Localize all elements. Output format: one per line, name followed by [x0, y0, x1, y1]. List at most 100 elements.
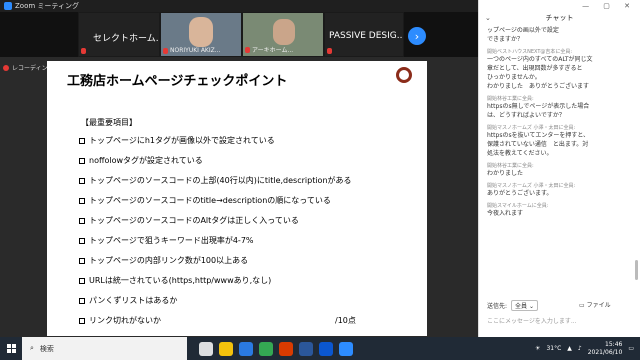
windows-icon	[6, 344, 16, 353]
checklist-item: トップページのソースコードの上部(40行以内)にtitle,descriptio…	[79, 175, 352, 186]
chat-message: 開始スマイルホームに全員: 今夜入れます	[487, 202, 633, 218]
checkbox-icon	[79, 137, 85, 144]
checkbox-icon	[79, 237, 85, 244]
recording-indicator: レコーディング	[3, 63, 54, 72]
checkbox-icon	[79, 317, 85, 324]
next-page-button[interactable]: ›	[408, 27, 426, 45]
chat-header: ⌄ チャット	[479, 10, 640, 26]
zoom-logo-icon	[4, 2, 12, 10]
send-to-label: 送信先:	[487, 303, 508, 310]
search-icon: ⌕	[30, 344, 34, 352]
task-view-icon[interactable]	[199, 341, 213, 356]
chrome-icon[interactable]	[259, 341, 273, 356]
checklist-item: noffolowタグが設定されている	[79, 155, 203, 166]
checklist-item: トップページにh1タグが画像以外で設定されている	[79, 135, 275, 146]
chat-message: 開始林谷工業に全員: httpsのs無しでページが表示した場合 は、どうすればよ…	[487, 95, 633, 120]
score-label: /10点	[335, 316, 356, 325]
checklist-item: トップページの内部リンク数が100以上ある	[79, 255, 248, 266]
weather-icon: ☀	[535, 345, 541, 352]
logo-mark-icon	[396, 67, 412, 83]
chat-messages: ップページの画以外で設定 できますか？ 開始ベストハウスNEXT@吉本に全員: …	[487, 26, 633, 222]
message-sender: 開始スマイルホームに全員:	[487, 203, 549, 209]
chevron-right-icon: ›	[414, 29, 420, 43]
checklist-item: トップページで狙うキーワード出現率が4-7%	[79, 235, 254, 246]
checklist-item: URLは統一されている(https,http/wwwあり,なし)	[79, 275, 271, 286]
office-icon[interactable]	[279, 341, 293, 356]
temperature: 31°C	[546, 345, 562, 352]
window-controls[interactable]: — ▢ ✕	[582, 2, 636, 10]
message-sender: 開始林谷工業に全員:	[487, 163, 534, 169]
checklist-item: トップページのソースコードのtitle→descriptionの順になっている	[79, 195, 331, 206]
company-logo	[393, 67, 415, 89]
send-to-row: 送信先: 全員 ⌄	[487, 300, 538, 311]
send-to-select[interactable]: 全員 ⌄	[511, 300, 538, 311]
chat-message: ップページの画以外で設定 できますか？	[487, 27, 559, 43]
message-sender: 開始林谷工業に全員:	[487, 96, 534, 102]
presentation-slide: 工務店ホームページチェックポイント 【最重要項目】 トップページにh1タグが画像…	[47, 61, 427, 336]
record-icon	[3, 64, 9, 71]
system-tray: ☀ 31°C ▲ ♪ 15:46 2021/06/10 ▭	[535, 337, 634, 360]
mic-muted-icon	[245, 46, 250, 53]
checkbox-icon	[79, 277, 85, 284]
taskbar-search[interactable]: ⌕ 検索	[22, 337, 187, 360]
participant-name: PASSIVE DESIG...	[329, 31, 404, 41]
checkbox-icon	[79, 157, 85, 164]
file-button[interactable]: ▭ ファイル	[579, 300, 611, 309]
video-tile-4[interactable]: PASSIVE DESIG...	[324, 12, 404, 57]
date: 2021/06/10	[587, 348, 623, 356]
chat-scrollbar[interactable]	[635, 260, 638, 280]
video-tile-1[interactable]: セレクトホーム...	[78, 12, 160, 57]
checklist-item: パンくずリストはあるか	[79, 295, 177, 306]
checkbox-icon	[79, 257, 85, 264]
participant-face	[273, 19, 295, 45]
video-strip: セレクトホーム... NORIYUKI AKIZ... アーキホーム... PA…	[0, 12, 478, 57]
participant-face	[189, 17, 213, 47]
participant-name: NORIYUKI AKIZ...	[170, 47, 221, 54]
participant-name: アーキホーム...	[252, 47, 294, 54]
checkbox-icon	[79, 217, 85, 224]
title-bar: Zoom ミーティング	[0, 0, 478, 12]
outlook-icon[interactable]	[319, 341, 333, 356]
message-sender: 開始マスノホームズ 小澤・太田に全員:	[487, 125, 576, 131]
chat-message: 開始ベストハウスNEXT@吉本に全員: 一つのページ内のすべてのALTが同じ文 …	[487, 48, 633, 91]
file-icon: ▭	[579, 302, 585, 309]
checkbox-icon	[79, 177, 85, 184]
checkbox-icon	[79, 197, 85, 204]
time: 15:46	[605, 340, 623, 348]
file-explorer-icon[interactable]	[219, 341, 233, 356]
checklist-item: トップページのソースコードのAltタグは正しく入っている	[79, 215, 299, 226]
word-icon[interactable]	[299, 341, 313, 356]
message-sender: 開始ベストハウスNEXT@吉本に全員:	[487, 49, 573, 55]
mic-muted-icon	[81, 48, 86, 54]
notification-icon[interactable]: ▭	[628, 345, 634, 352]
chat-message: 開始林谷工業に全員: わかりました	[487, 162, 633, 178]
checkbox-icon	[79, 297, 85, 304]
checklist-item: リンク切れがないか	[79, 315, 161, 326]
chat-message: 開始マスノホームズ 小澤・太田に全員: httpsのsを抜いてエンターを押すと、…	[487, 124, 633, 158]
chevron-down-icon[interactable]: ⌄	[485, 14, 491, 22]
message-sender: 開始マスノホームズ 小澤・太田に全員:	[487, 183, 576, 189]
slide-title: 工務店ホームページチェックポイント	[67, 74, 288, 89]
start-button[interactable]	[0, 337, 22, 360]
section-heading: 【最重要項目】	[81, 118, 137, 127]
tile-footer: NORIYUKI AKIZ...	[163, 47, 220, 54]
shared-screen: レコーディング 工務店ホームページチェックポイント 【最重要項目】 トップページ…	[0, 57, 478, 337]
edge-icon[interactable]	[239, 341, 253, 356]
taskbar: ⌕ 検索 ☀ 31°C ▲ ♪ 15:46 2021/06/10 ▭	[0, 337, 640, 360]
mic-muted-icon	[163, 47, 168, 54]
window-title: Zoom ミーティング	[15, 2, 79, 10]
clock[interactable]: 15:46 2021/06/10	[588, 341, 623, 357]
mic-muted-icon	[327, 48, 332, 54]
network-icon[interactable]: ▲	[567, 345, 572, 352]
chat-panel: — ▢ ✕ ⌄ チャット ップページの画以外で設定 できますか？ 開始ベストハウ…	[478, 0, 640, 337]
zoom-icon[interactable]	[339, 341, 353, 356]
video-tile-2[interactable]: NORIYUKI AKIZ...	[160, 12, 242, 57]
chat-input[interactable]: ここにメッセージを入力します...	[487, 316, 577, 325]
video-tile-3[interactable]: アーキホーム...	[242, 12, 324, 57]
volume-icon[interactable]: ♪	[578, 345, 582, 352]
taskbar-apps	[199, 341, 353, 356]
chat-message: 開始マスノホームズ 小澤・太田に全員: ありがとうございます。	[487, 182, 633, 198]
tile-footer: アーキホーム...	[245, 45, 293, 54]
participant-name: セレクトホーム...	[93, 34, 160, 44]
chat-title: チャット	[545, 14, 574, 22]
